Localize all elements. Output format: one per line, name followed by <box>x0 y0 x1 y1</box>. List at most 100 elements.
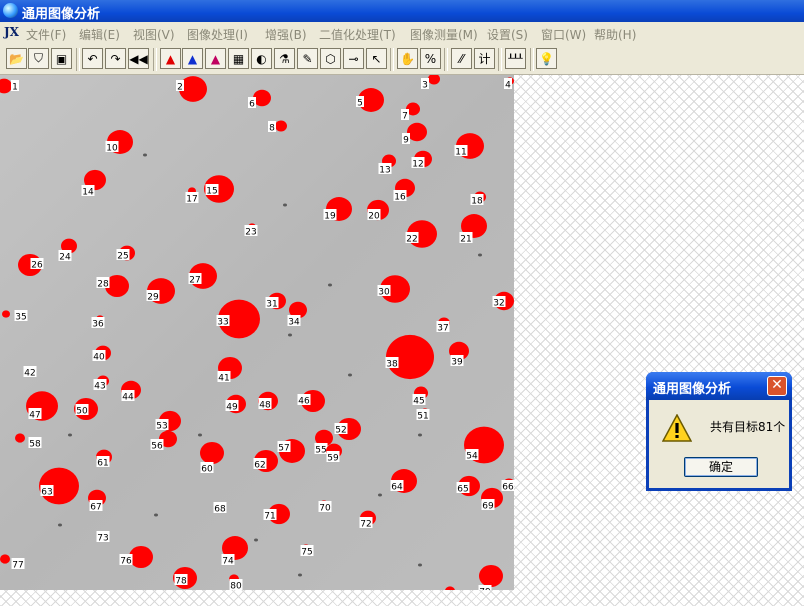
particle-blob <box>275 120 287 132</box>
particle-label: 53 <box>156 422 167 432</box>
arrow-icon[interactable]: ↖ <box>366 48 387 69</box>
particle-label: 79 <box>479 588 491 591</box>
particle-label: 56 <box>151 442 163 452</box>
menu-file[interactable]: 文件(F) <box>26 26 66 43</box>
particle-label: 40 <box>93 353 105 363</box>
inclusion-dot <box>378 493 382 497</box>
ruler-icon[interactable]: ┸┸┸ <box>505 48 526 69</box>
menu-image-processing[interactable]: 图像处理(I) <box>187 26 248 43</box>
particle-label: 19 <box>324 212 336 222</box>
menu-settings[interactable]: 设置(S) <box>487 26 528 43</box>
particle-label: 67 <box>90 503 101 513</box>
particle-label: 9 <box>403 136 409 146</box>
warning-icon <box>662 414 692 442</box>
open-icon[interactable]: 📂 <box>6 48 27 69</box>
menu-window[interactable]: 窗口(W) <box>541 26 586 43</box>
particle-blob <box>479 564 503 588</box>
particle-label: 33 <box>217 318 228 328</box>
particle-blob <box>15 433 25 443</box>
percent-icon[interactable]: % <box>420 48 441 69</box>
app-globe-icon <box>3 3 18 18</box>
count-icon[interactable]: 计 <box>474 48 495 69</box>
app-logo: JX <box>4 25 19 39</box>
hand-icon[interactable]: ✋ <box>397 48 418 69</box>
particle-label: 11 <box>455 148 466 158</box>
measure-line-icon[interactable]: ⁄⁄ <box>451 48 472 69</box>
title-bar: 通用图像分析 <box>0 0 804 22</box>
redo-icon[interactable]: ↷ <box>105 48 126 69</box>
particle-blob <box>2 310 10 318</box>
menu-edit[interactable]: 编辑(E) <box>79 26 120 43</box>
particle-label: 42 <box>24 369 35 379</box>
particle-label: 15 <box>206 187 217 197</box>
undo-icon[interactable]: ↶ <box>82 48 103 69</box>
particle-label: 76 <box>120 557 132 567</box>
particle-label: 18 <box>471 197 483 207</box>
particle-overlay: 1 2 3 45678910 11121314 151617 1819 2021222324 2… <box>0 75 514 590</box>
inclusion-dot <box>198 433 202 437</box>
menu-binarization[interactable]: 二值化处理(T) <box>319 26 396 43</box>
grid-icon[interactable]: ▦ <box>228 48 249 69</box>
particle-label: 61 <box>97 459 108 469</box>
particle-label: 6 <box>249 100 255 110</box>
inclusion-dot <box>58 523 62 527</box>
particle-label: 72 <box>360 520 371 530</box>
inclusion-dot <box>68 433 72 437</box>
particle-label: 57 <box>278 444 289 454</box>
particle-label: 77 <box>12 561 23 571</box>
node-icon[interactable]: ⊸ <box>343 48 364 69</box>
menu-help[interactable]: 帮助(H) <box>594 26 636 43</box>
menu-view[interactable]: 视图(V) <box>133 26 175 43</box>
particle-label: 20 <box>368 212 380 222</box>
particle-label: 36 <box>92 320 104 330</box>
toolbar: 📂 ⛉ ▣ ↶ ↷ ◀◀ ▲ ▲ ▲ ▦ ◐ ⚗ ✎ ⬡ ⊸ ↖ ✋% ⁄⁄ 计 ┸┸┸ 💡 <box>0 44 804 75</box>
particle-label: 62 <box>254 461 265 471</box>
particle-label: 39 <box>451 358 463 368</box>
inclusion-dot <box>348 373 352 377</box>
particle-blob <box>445 586 455 590</box>
menu-bar: JX 文件(F) 编辑(E) 视图(V) 图像处理(I) 增强(B) 二值化处理… <box>0 22 804 44</box>
menu-measurement[interactable]: 图像测量(M) <box>410 26 478 43</box>
rewind-icon[interactable]: ◀◀ <box>128 48 149 69</box>
hexagon-icon[interactable]: ⬡ <box>320 48 341 69</box>
particle-label: 59 <box>327 454 339 464</box>
particle-label: 52 <box>335 426 346 436</box>
histogram-mixed-icon[interactable]: ▲ <box>205 48 226 69</box>
save-icon[interactable]: ▣ <box>51 48 72 69</box>
particle-label: 43 <box>94 382 105 392</box>
particle-label: 4 <box>505 81 511 91</box>
particle-label: 65 <box>457 485 468 495</box>
particle-blob <box>129 545 153 569</box>
particle-label: 54 <box>466 452 478 462</box>
histogram-blue-icon[interactable]: ▲ <box>182 48 203 69</box>
particle-blob <box>200 441 224 465</box>
particle-label: 74 <box>222 557 234 567</box>
flask-icon[interactable]: ⚗ <box>274 48 295 69</box>
particle-blob <box>0 78 12 94</box>
inclusion-dot <box>254 538 258 542</box>
micrograph-image[interactable]: 1 2 3 4 5 6 7 8 9 10 11 12 13 14 15 16 17 18 19 20 21 22 23 24 2… <box>0 75 514 590</box>
histogram-red-icon[interactable]: ▲ <box>160 48 181 69</box>
inclusion-dot <box>298 573 302 577</box>
pen-icon[interactable]: ✎ <box>297 48 318 69</box>
particle-label: 68 <box>214 505 226 515</box>
menu-enhance[interactable]: 增强(B) <box>265 26 307 43</box>
particle-label: 5 <box>357 99 363 109</box>
particle-label: 14 <box>82 188 94 198</box>
message-dialog: 通用图像分析 ✕ 共有目标81个 确定 <box>646 372 792 491</box>
particle-label: 3 <box>422 81 428 91</box>
particle-label: 8 <box>269 124 275 134</box>
particle-label: 23 <box>245 228 256 238</box>
close-icon[interactable]: ✕ <box>767 376 787 396</box>
bulb-icon[interactable]: 💡 <box>536 48 557 69</box>
particle-label: 13 <box>379 166 390 176</box>
particle-label: 45 <box>413 397 424 407</box>
dialog-message: 共有目标81个 <box>710 420 786 434</box>
toolbar-separator <box>153 48 157 71</box>
funnel-icon[interactable]: ⛉ <box>28 48 49 69</box>
particle-label: 44 <box>122 393 134 403</box>
toolbar-separator <box>498 48 502 71</box>
particle-label: 63 <box>41 488 52 498</box>
contrast-icon[interactable]: ◐ <box>251 48 272 69</box>
ok-button[interactable]: 确定 <box>684 457 758 477</box>
